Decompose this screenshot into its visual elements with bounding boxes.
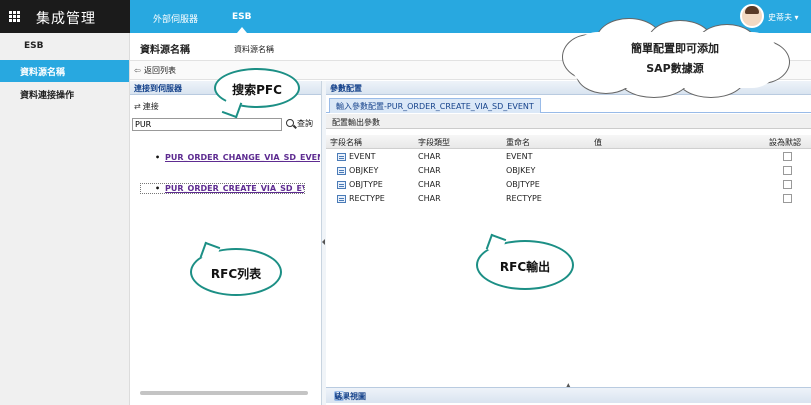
page-title: 資料源名稱 (140, 45, 190, 56)
column-header[interactable]: 字段類型 (418, 137, 450, 148)
sidebar-item-label: ESB (24, 41, 44, 51)
field-rename[interactable]: OBJKEY (506, 166, 535, 175)
param-panel-title: 參數配置 (330, 84, 362, 93)
column-header[interactable]: 字段名稱 (330, 137, 362, 148)
field-type: CHAR (418, 166, 441, 175)
connect-button[interactable]: ⇄ 連接 (134, 101, 159, 112)
sidebar-item-label: 資料源名稱 (20, 68, 66, 78)
field-icon (337, 153, 346, 161)
cloud-text-line1: 簡單配置即可添加 (631, 42, 719, 55)
connect-icon: ⇄ (134, 102, 141, 111)
field-icon (337, 195, 346, 203)
horizontal-scrollbar[interactable] (140, 391, 308, 395)
sidebar-item-label: 資料連接操作 (20, 91, 75, 101)
param-panel: 參數配置 輸入參數配置-PUR_ORDER_CREATE_VIA_SD_EVEN… (326, 81, 811, 405)
rfc-item-label: PUR_ORDER_CHANGE_VIA_SD_EVENT (165, 153, 320, 162)
column-header[interactable]: 重命名 (506, 137, 530, 148)
grid-icon[interactable] (9, 11, 20, 22)
table-row[interactable]: RECTYPE CHAR RECTYPE (326, 192, 811, 206)
field-type: CHAR (418, 152, 441, 161)
back-label: 返回列表 (144, 66, 176, 75)
field-rename[interactable]: EVENT (506, 152, 532, 161)
search-label: 查詢 (297, 119, 313, 128)
default-checkbox[interactable] (783, 166, 792, 175)
field-type: CHAR (418, 180, 441, 189)
tab-external-servers[interactable]: 外部伺服器 (153, 12, 198, 25)
field-name: RECTYPE (349, 194, 385, 203)
sidebar-item-data-connection[interactable]: 資料連接操作 (0, 83, 129, 105)
callout-rfc-output: RFC輸出 (476, 240, 574, 290)
callout-text: RFC輸出 (499, 260, 551, 274)
collapse-icon[interactable]: ︽ (334, 391, 344, 401)
sidebar-item-data-source[interactable]: 資料源名稱 (0, 60, 129, 82)
field-icon (337, 167, 346, 175)
callout-text: RFC列表 (210, 267, 262, 281)
callout-text: 搜索PFC (232, 83, 282, 97)
server-panel: 連接到伺服器 ⇄連接 查詢 •PUR_ORDER_CHANGE_VIA_SD_E… (130, 81, 322, 405)
search-input[interactable] (132, 118, 282, 131)
field-icon (337, 181, 346, 189)
column-header[interactable]: 值 (594, 137, 602, 148)
field-name: OBJKEY (349, 166, 379, 175)
app-title: 集成管理 (36, 11, 96, 27)
table-row[interactable]: OBJKEY CHAR OBJKEY (326, 164, 811, 178)
field-rename[interactable]: OBJTYPE (506, 180, 540, 189)
column-header[interactable]: 設為默認 (769, 137, 801, 148)
output-config-label: 配置輸出參數 (332, 118, 380, 127)
tab-input-params[interactable]: 輸入參數配置-PUR_ORDER_CREATE_VIA_SD_EVENT (329, 98, 541, 113)
default-checkbox[interactable] (783, 180, 792, 189)
field-rename[interactable]: RECTYPE (506, 194, 542, 203)
output-config-bar: 配置輸出參數 (326, 114, 811, 129)
back-arrow-icon: ⇦ (134, 66, 141, 75)
result-view-bar[interactable]: 結果視圖 ︽ (326, 387, 811, 403)
default-checkbox[interactable] (783, 194, 792, 203)
cloud-text-line2: SAP數據源 (646, 62, 704, 75)
default-checkbox[interactable] (783, 152, 792, 161)
rfc-list-item[interactable]: • PUR_ORDER_CHANGE_VIA_SD_EVENT (155, 153, 320, 162)
table-row[interactable]: OBJTYPE CHAR OBJTYPE (326, 178, 811, 192)
search-icon (286, 119, 294, 127)
sidebar: ESB 資料源名稱 資料連接操作 (0, 33, 130, 405)
rfc-list-item[interactable]: •PUR_ORDER_CREATE_VIA_SD_EVENT (140, 183, 305, 194)
cloud-callout: 簡單配置即可添加 SAP數據源 (556, 18, 794, 100)
breadcrumb: 資料源名稱 (234, 45, 274, 54)
field-name: EVENT (349, 152, 376, 161)
brand: 集成管理 (0, 0, 130, 33)
search-button[interactable]: 查詢 (286, 118, 313, 129)
back-button[interactable]: ⇦ 返回列表 (134, 65, 176, 76)
tab-esb[interactable]: ESB (232, 12, 252, 33)
callout-search: 搜索PFC (214, 68, 300, 108)
field-name: OBJTYPE (349, 180, 383, 189)
callout-rfc-list: RFC列表 (190, 248, 282, 296)
connect-label: 連接 (142, 102, 159, 111)
rfc-item-label: PUR_ORDER_CREATE_VIA_SD_EVENT (165, 184, 304, 193)
table-row[interactable]: EVENT CHAR EVENT (326, 150, 811, 164)
sidebar-item-esb[interactable]: ESB (0, 36, 129, 58)
server-panel-title: 連接到伺服器 (134, 84, 182, 93)
grid-header: 字段名稱 字段類型 重命名 值 設為默認 (326, 135, 811, 149)
field-type: CHAR (418, 194, 441, 203)
